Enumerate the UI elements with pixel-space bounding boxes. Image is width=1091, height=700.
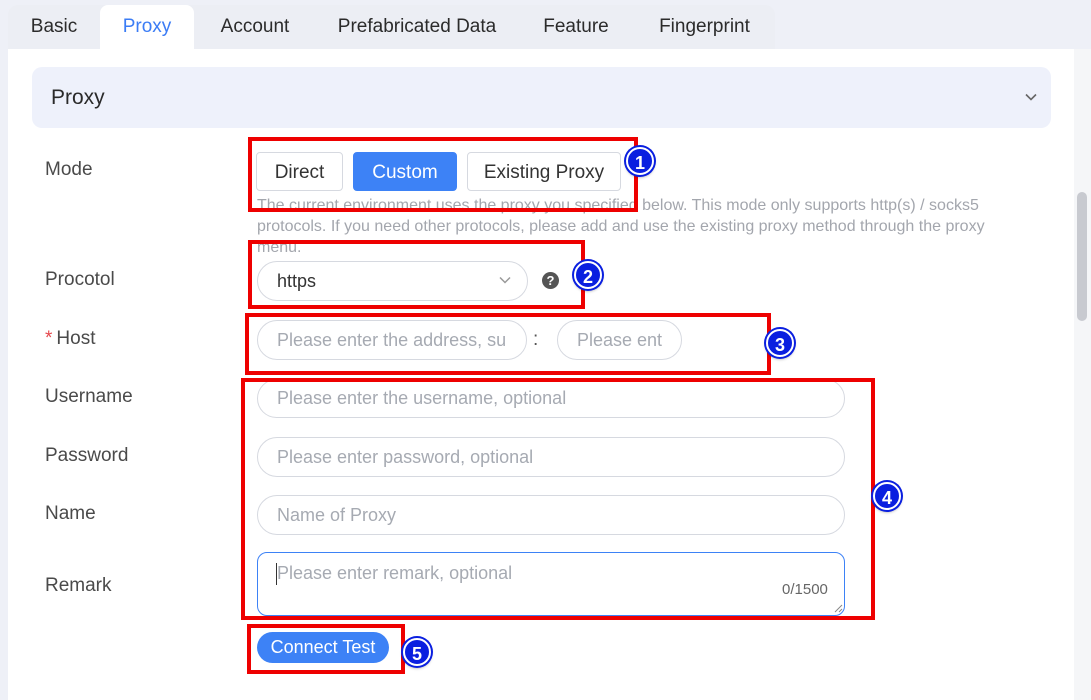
tab-bar: Basic Proxy Account Prefabricated Data F… bbox=[8, 5, 775, 49]
scrollbar-track[interactable] bbox=[1074, 49, 1091, 700]
name-label: Name bbox=[45, 503, 96, 524]
password-label: Password bbox=[45, 445, 129, 466]
required-mark: * bbox=[45, 328, 53, 349]
annotation-badge-5: 5 bbox=[403, 638, 431, 666]
annotation-badge-4: 4 bbox=[873, 482, 901, 510]
proxy-section-header[interactable]: Proxy bbox=[32, 67, 1051, 128]
remark-label: Remark bbox=[45, 575, 112, 596]
section-title: Proxy bbox=[51, 86, 105, 109]
annotation-badge-3: 3 bbox=[766, 329, 794, 357]
protocol-label: Procotol bbox=[45, 269, 115, 290]
scrollbar-thumb[interactable] bbox=[1077, 192, 1087, 321]
annotation-box-4 bbox=[241, 378, 875, 620]
tab-fingerprint[interactable]: Fingerprint bbox=[634, 5, 775, 49]
username-label: Username bbox=[45, 386, 133, 407]
annotation-box-3 bbox=[245, 313, 771, 375]
annotation-box-2 bbox=[248, 240, 585, 309]
host-label: * Host bbox=[45, 328, 95, 350]
tab-feature[interactable]: Feature bbox=[518, 5, 634, 49]
tab-account[interactable]: Account bbox=[194, 5, 316, 49]
mode-label: Mode bbox=[45, 159, 93, 180]
host-label-text: Host bbox=[56, 328, 96, 349]
annotation-box-5 bbox=[247, 624, 405, 674]
annotation-badge-2: 2 bbox=[574, 261, 602, 289]
annotation-box-1 bbox=[248, 137, 638, 212]
chevron-down-icon bbox=[1025, 93, 1037, 101]
annotation-badge-1: 1 bbox=[626, 147, 654, 175]
tab-prefabricated-data[interactable]: Prefabricated Data bbox=[316, 5, 518, 49]
tab-proxy[interactable]: Proxy bbox=[100, 5, 194, 49]
tab-basic[interactable]: Basic bbox=[8, 5, 100, 49]
